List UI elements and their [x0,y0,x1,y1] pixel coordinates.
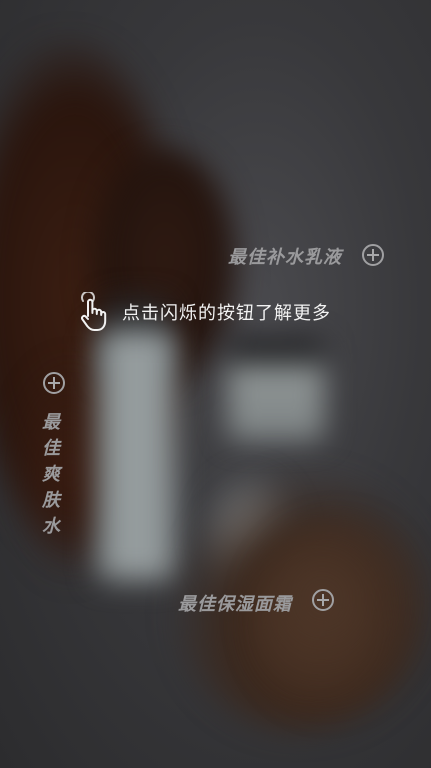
background-crab-legs [250,520,430,720]
tap-hint: 点击闪烁的按钮了解更多 [74,292,331,332]
plus-icon[interactable] [43,372,65,394]
hotspot-label-cream: 最佳保湿面霜 [178,594,292,615]
hint-text: 点击闪烁的按钮了解更多 [122,303,331,324]
hotspot-label-toner: 最佳爽肤水 [42,412,60,537]
tap-hand-icon [81,292,107,331]
plus-icon[interactable] [312,589,334,611]
background-toner-bottle [96,330,176,580]
background-cream-jar [228,340,324,440]
product-showcase-screen: 最佳补水乳液 点击闪烁的按钮了解更多 最佳爽肤水 最佳保湿面霜 [0,0,431,768]
hotspot-label-lotion: 最佳补水乳液 [228,247,342,268]
plus-icon[interactable] [362,244,384,266]
